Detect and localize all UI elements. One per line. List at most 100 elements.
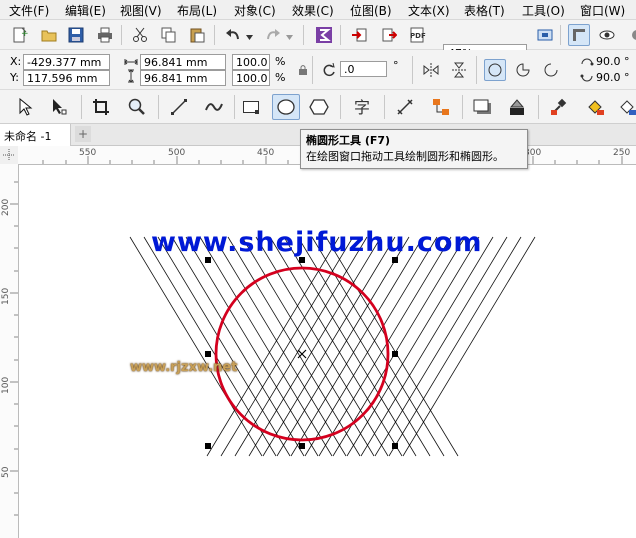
- arc-mode-button[interactable]: [540, 59, 562, 81]
- menu-window[interactable]: 窗口(W): [580, 2, 625, 19]
- height-icon: [126, 69, 136, 86]
- pattern-line: [388, 236, 522, 457]
- separator: [560, 25, 561, 45]
- pick-arrow-icon: [19, 98, 33, 116]
- zoom-tool[interactable]: [126, 96, 148, 118]
- menu-bitmaps[interactable]: 位图(B): [350, 2, 392, 19]
- pattern-line: [402, 236, 536, 457]
- menu-view[interactable]: 视图(V): [120, 2, 162, 19]
- separator: [340, 25, 341, 45]
- separator: [121, 25, 122, 45]
- mirror-horizontal-button[interactable]: [420, 59, 442, 81]
- paste-button[interactable]: [186, 24, 208, 46]
- rotation-angle-field[interactable]: .0: [340, 61, 387, 77]
- undo-button[interactable]: [222, 24, 244, 46]
- ruler-label: 250: [613, 148, 631, 158]
- menu-file[interactable]: 文件(F): [9, 2, 49, 19]
- x-position-field[interactable]: -429.377 mm: [23, 54, 110, 70]
- save-icon: [68, 27, 84, 43]
- menu-layout[interactable]: 布局(L): [177, 2, 217, 19]
- undo-icon: [226, 29, 239, 40]
- publish-pdf-button[interactable]: PDF: [407, 24, 429, 46]
- full-screen-icon: [537, 29, 553, 41]
- menu-object[interactable]: 对象(C): [234, 2, 276, 19]
- menu-text[interactable]: 文本(X): [408, 2, 450, 19]
- rotate-icon: [323, 63, 335, 77]
- full-screen-preview-button[interactable]: [534, 24, 556, 46]
- menu-table[interactable]: 表格(T): [464, 2, 505, 19]
- rectangle-icon: [243, 101, 259, 114]
- vertical-ruler[interactable]: 200 150 100 50: [0, 164, 19, 538]
- separator: [303, 25, 304, 45]
- save-button[interactable]: [65, 24, 87, 46]
- new-document-button[interactable]: +: [9, 24, 31, 46]
- y-position-field[interactable]: 117.596 mm: [23, 70, 110, 86]
- svg-text:字: 字: [354, 98, 370, 116]
- width-icon: [124, 56, 138, 70]
- rotation-icon-holder: [318, 59, 340, 81]
- menu-effects[interactable]: 效果(C): [292, 2, 334, 19]
- interactive-fill-tool[interactable]: [584, 96, 606, 118]
- pick-tool[interactable]: [14, 96, 36, 118]
- ellipse-tool[interactable]: [272, 94, 300, 120]
- connector-tool[interactable]: [430, 96, 452, 118]
- view-options-button[interactable]: [596, 24, 618, 46]
- zoom-icon: [128, 98, 145, 115]
- dimension-tool[interactable]: [394, 96, 416, 118]
- mirror-vertical-button[interactable]: [448, 59, 470, 81]
- options-button[interactable]: [625, 24, 636, 46]
- ellipse-icon: [488, 63, 502, 77]
- width-field[interactable]: 96.841 mm: [140, 54, 226, 70]
- end-angle-value[interactable]: 90.0 °: [596, 71, 630, 85]
- snap-to-button[interactable]: [568, 24, 590, 46]
- lock-ratio-button[interactable]: [292, 59, 314, 81]
- corel-connect-button[interactable]: [313, 24, 335, 46]
- crop-tool[interactable]: [90, 96, 112, 118]
- selection-handle[interactable]: [392, 443, 398, 449]
- add-document-tab-button[interactable]: +: [75, 126, 91, 142]
- redo-button[interactable]: [262, 24, 284, 46]
- redo-dropdown-icon[interactable]: [286, 30, 293, 44]
- selection-handle[interactable]: [205, 351, 211, 357]
- mirror-horizontal-icon: [423, 63, 439, 77]
- pie-mode-button[interactable]: [512, 59, 534, 81]
- pattern-line: [311, 236, 445, 457]
- shape-tool-icon: [53, 99, 67, 115]
- selection-handle[interactable]: [392, 351, 398, 357]
- open-button[interactable]: [38, 24, 60, 46]
- connector-icon: [433, 99, 449, 115]
- export-button[interactable]: [378, 24, 400, 46]
- eyedropper-tool[interactable]: [548, 96, 570, 118]
- ellipse-mode-button[interactable]: [484, 59, 506, 81]
- diagonal-line-pattern: [129, 236, 536, 457]
- separator: [538, 95, 539, 119]
- center-marker: [297, 349, 307, 359]
- transparency-tool[interactable]: [506, 96, 528, 118]
- document-tab[interactable]: 未命名 -1: [0, 124, 71, 146]
- drawing-canvas[interactable]: www.shejifuzhu.com www.rjzxw.net: [19, 165, 636, 538]
- rectangle-tool[interactable]: [240, 96, 262, 118]
- selection-handle[interactable]: [205, 443, 211, 449]
- freehand-tool[interactable]: [168, 96, 190, 118]
- scale-x-field[interactable]: 100.0: [232, 54, 270, 70]
- pattern-line: [325, 236, 459, 457]
- shape-tool[interactable]: [48, 96, 70, 118]
- ruler-origin-corner[interactable]: [0, 146, 19, 165]
- menu-tools[interactable]: 工具(O): [522, 2, 565, 19]
- menu-edit[interactable]: 编辑(E): [65, 2, 106, 19]
- artistic-media-tool[interactable]: [203, 96, 225, 118]
- cut-button[interactable]: [129, 24, 151, 46]
- scale-y-field[interactable]: 100.0: [232, 70, 270, 86]
- copy-button[interactable]: [158, 24, 180, 46]
- undo-dropdown-icon[interactable]: [246, 30, 253, 44]
- ruler-label: 500: [168, 148, 186, 158]
- selection-handle[interactable]: [299, 443, 305, 449]
- print-button[interactable]: [94, 24, 116, 46]
- height-field[interactable]: 96.841 mm: [140, 70, 226, 86]
- start-angle-value[interactable]: 90.0 °: [596, 55, 630, 69]
- polygon-tool[interactable]: [308, 96, 330, 118]
- import-button[interactable]: [349, 24, 371, 46]
- drop-shadow-tool[interactable]: [472, 96, 494, 118]
- smart-fill-tool[interactable]: [616, 96, 636, 118]
- text-tool[interactable]: 字: [352, 96, 374, 118]
